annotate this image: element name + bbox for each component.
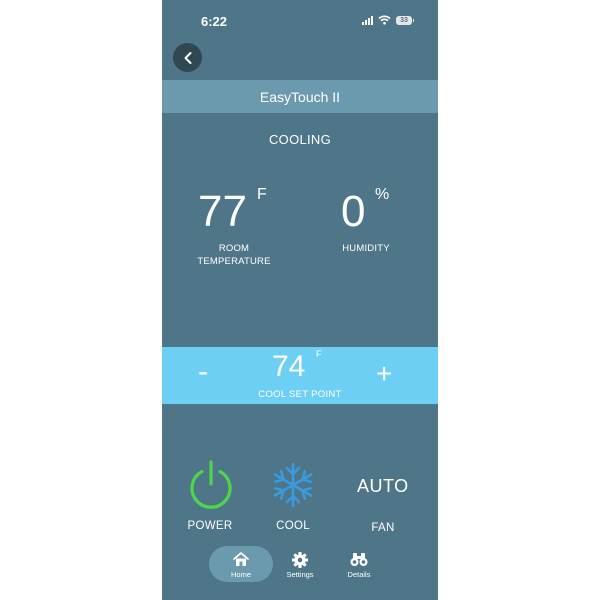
- cool-mode-label: COOL: [276, 520, 310, 532]
- binoculars-icon: [350, 553, 368, 566]
- wifi-icon: [378, 15, 391, 25]
- nav-home-label: Home: [230, 570, 251, 579]
- battery-indicator: 33: [396, 15, 414, 25]
- nav-details-label: Details: [347, 570, 371, 579]
- power-icon: [190, 460, 232, 509]
- increase-setpoint-button[interactable]: +: [376, 360, 392, 388]
- fan-mode-button[interactable]: AUTO: [357, 476, 409, 497]
- decrease-setpoint-button[interactable]: -: [198, 357, 208, 387]
- setpoint-value: 74: [272, 350, 306, 383]
- humidity-unit: %: [375, 186, 390, 203]
- fan-label: FAN: [371, 522, 395, 534]
- status-bar: 6:22 33: [162, 0, 438, 44]
- power-label: POWER: [187, 520, 233, 532]
- room-temperature-unit: F: [257, 186, 267, 203]
- setpoint-bar: - 74 F + COOL SET POINT: [162, 347, 438, 404]
- gear-icon: [292, 552, 308, 568]
- room-temperature-label: ROOM TEMPERATURE: [184, 242, 284, 268]
- snowflake-icon: [273, 462, 313, 508]
- nav-settings-label: Settings: [286, 570, 314, 579]
- status-time: 6:22: [201, 14, 228, 29]
- room-temperature-value: 77: [198, 187, 247, 236]
- page-title: EasyTouch II: [259, 88, 341, 105]
- cool-mode-button[interactable]: [269, 461, 317, 509]
- power-button[interactable]: [188, 459, 234, 511]
- room-temperature-label-line2: TEMPERATURE: [197, 256, 271, 267]
- nav-settings[interactable]: Settings: [270, 546, 330, 582]
- app-screen: 6:22 33 EasyTouch II COOLING 77 F ROOM T…: [162, 0, 438, 600]
- humidity-value: 0: [341, 187, 366, 236]
- bottom-nav: Home Settings Details: [162, 543, 438, 583]
- back-button[interactable]: [173, 43, 202, 72]
- signal-icon: [362, 15, 373, 25]
- status-icons: 33: [362, 15, 414, 25]
- title-bar: EasyTouch II: [162, 80, 438, 113]
- nav-home[interactable]: Home: [209, 546, 273, 582]
- setpoint-label: COOL SET POINT: [258, 389, 342, 400]
- room-temperature-label-line1: ROOM: [218, 243, 250, 254]
- setpoint-unit: F: [316, 349, 322, 359]
- humidity-label: HUMIDITY: [342, 243, 390, 254]
- nav-details[interactable]: Details: [329, 546, 389, 582]
- chevron-left-icon: [184, 51, 191, 64]
- mode-status: COOLING: [268, 132, 332, 147]
- home-icon: [232, 552, 250, 566]
